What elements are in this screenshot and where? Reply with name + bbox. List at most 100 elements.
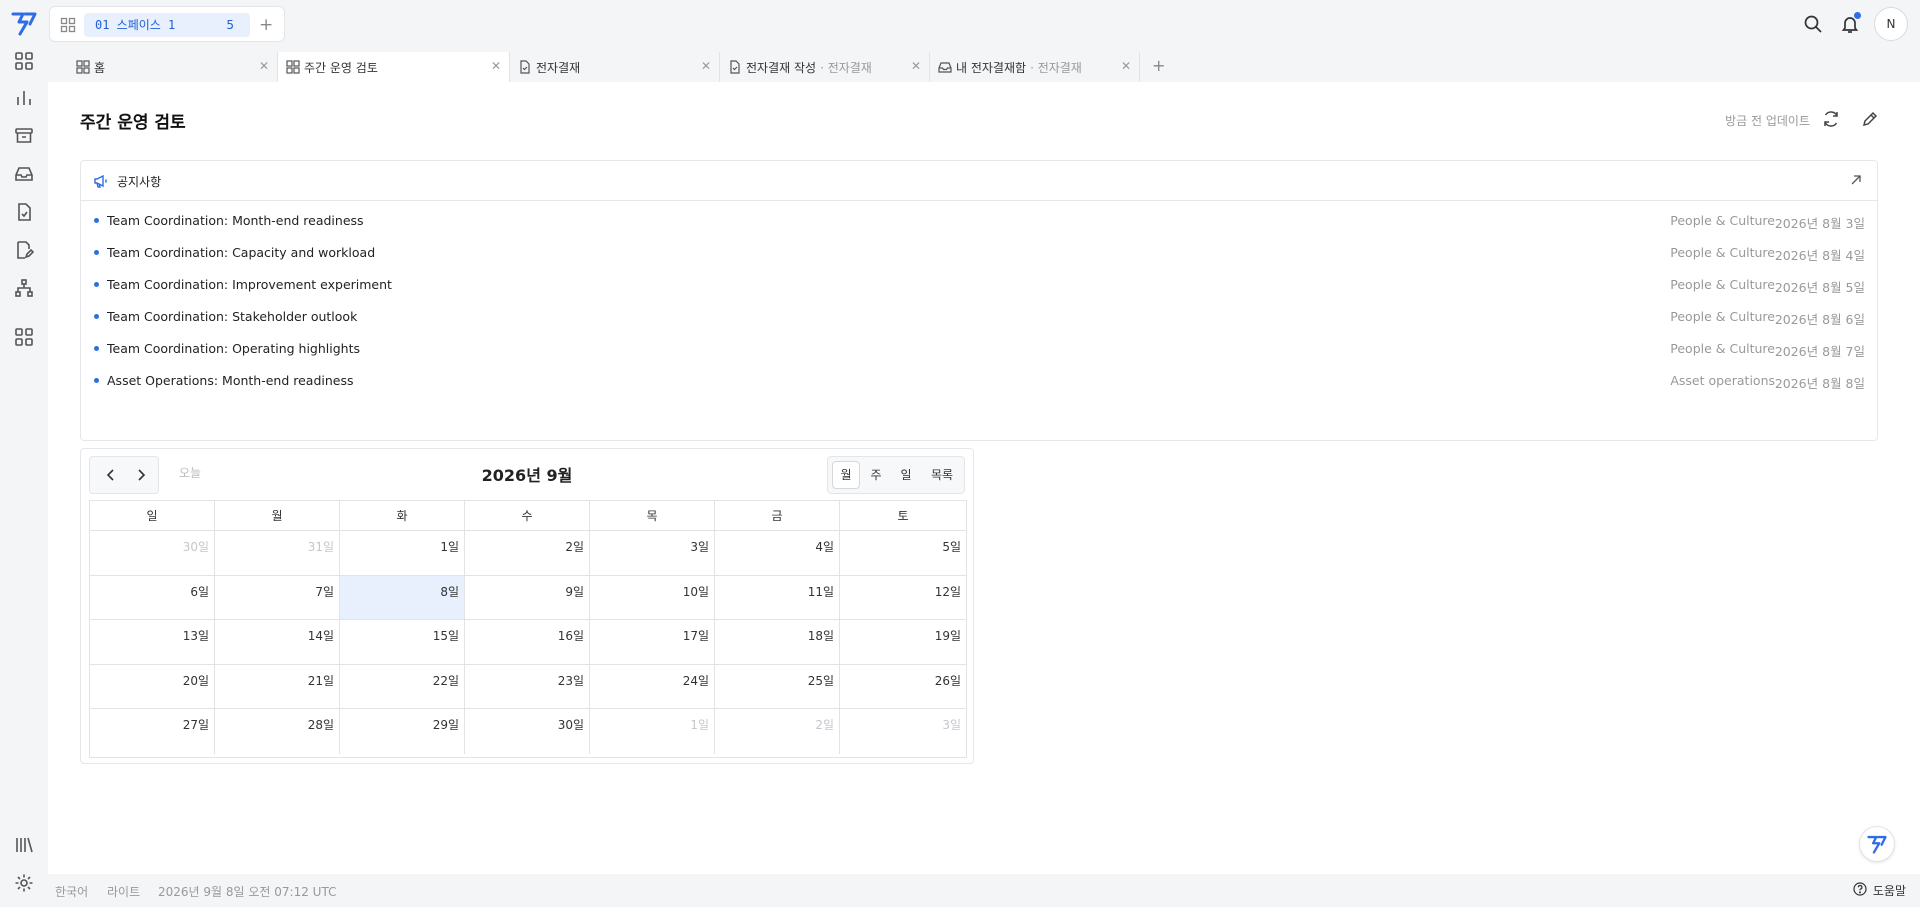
calendar-day-cell[interactable]: 2일 <box>715 709 840 754</box>
day-number: 14일 <box>307 629 334 643</box>
view-list-button[interactable]: 목록 <box>923 461 961 489</box>
weekday-header: 월 <box>215 501 340 531</box>
notice-item-dept: People & Culture <box>1670 309 1775 324</box>
calendar-day-cell[interactable]: 21일 <box>215 664 340 709</box>
calendar-day-cell[interactable]: 15일 <box>340 620 465 665</box>
notice-item[interactable]: Team Coordination: Month-end readiness P… <box>81 210 1877 232</box>
calendar-day-cell[interactable]: 14일 <box>215 620 340 665</box>
tab-my-approval-box[interactable]: 내 전자결재함 · 전자결재 ✕ <box>930 52 1140 82</box>
calendar-day-cell-today[interactable]: 8일 <box>340 575 465 620</box>
close-tab-icon[interactable]: ✕ <box>911 59 921 73</box>
day-number: 16일 <box>557 629 584 643</box>
calendar-day-cell[interactable]: 23일 <box>465 664 590 709</box>
notifications-bell-icon[interactable] <box>1838 12 1862 36</box>
inbox-icon <box>938 60 952 74</box>
close-tab-icon[interactable]: ✕ <box>259 59 269 73</box>
calendar-day-cell[interactable]: 20일 <box>90 664 215 709</box>
notice-item[interactable]: Team Coordination: Operating highlights … <box>81 338 1877 360</box>
space-tab-active[interactable]: 01 스페이스 1 5 <box>84 13 250 37</box>
user-avatar[interactable]: N <box>1874 7 1908 41</box>
calendar-day-cell[interactable]: 4일 <box>715 531 840 576</box>
approval-document-icon[interactable] <box>12 200 36 224</box>
calendar-day-cell[interactable]: 18일 <box>715 620 840 665</box>
space-grid-icon[interactable] <box>60 17 76 37</box>
add-space-plus-icon[interactable]: + <box>259 15 273 35</box>
open-external-arrow-icon[interactable] <box>1849 173 1863 191</box>
calendar-day-cell[interactable]: 27일 <box>90 709 215 754</box>
edit-pencil-icon[interactable] <box>1861 110 1879 132</box>
edit-document-icon[interactable] <box>12 238 36 262</box>
calendar-day-cell[interactable]: 26일 <box>840 665 966 709</box>
close-tab-icon[interactable]: ✕ <box>1121 59 1131 73</box>
calendar-day-cell[interactable]: 25일 <box>715 664 840 709</box>
day-number: 21일 <box>307 673 334 688</box>
day-number: 30일 <box>557 718 584 732</box>
org-chart-icon[interactable] <box>12 276 36 300</box>
calendar-day-cell[interactable]: 1일 <box>340 531 465 576</box>
bullet-dot <box>94 378 99 383</box>
calendar-day-cell[interactable]: 13일 <box>90 620 215 665</box>
calendar-day-cell[interactable]: 12일 <box>840 576 966 620</box>
calendar-day-cell[interactable]: 11일 <box>715 575 840 620</box>
calendar-day-cell[interactable]: 16일 <box>465 620 590 665</box>
calendar-day-cell[interactable]: 30일 <box>465 709 590 754</box>
calendar-day-cell[interactable]: 24일 <box>590 664 715 709</box>
inbox-icon[interactable] <box>12 162 36 186</box>
help-link[interactable]: 도움말 <box>1853 882 1906 899</box>
tab-home[interactable]: 홈 ✕ <box>68 52 278 82</box>
notice-item[interactable]: Team Coordination: Stakeholder outlook P… <box>81 306 1877 328</box>
calendar-day-cell[interactable]: 17일 <box>590 620 715 665</box>
view-week-button[interactable]: 주 <box>863 461 889 489</box>
day-number: 15일 <box>432 629 459 643</box>
library-icon[interactable] <box>12 833 36 857</box>
calendar-day-cell[interactable]: 9일 <box>465 575 590 620</box>
calendar-day-cell[interactable]: 5일 <box>840 531 966 576</box>
dashboard-icon[interactable] <box>12 49 36 73</box>
calendar-day-cell[interactable]: 2일 <box>465 531 590 576</box>
calendar-day-cell[interactable]: 7일 <box>215 575 340 620</box>
calendar-day-cell[interactable]: 3일 <box>590 531 715 576</box>
close-tab-icon[interactable]: ✕ <box>701 59 711 73</box>
search-icon[interactable] <box>1801 12 1825 36</box>
app-logo-icon[interactable] <box>10 10 38 36</box>
calendar-day-cell[interactable]: 3일 <box>840 709 966 754</box>
calendar-day-cell[interactable]: 22일 <box>340 664 465 709</box>
tab-weekly-review[interactable]: 주간 운영 검토 ✕ <box>278 52 510 82</box>
calendar-day-cell[interactable]: 6일 <box>90 575 215 620</box>
close-tab-icon[interactable]: ✕ <box>491 59 501 73</box>
calendar-day-cell[interactable]: 30일 <box>90 531 215 576</box>
theme-selector[interactable]: 라이트 <box>107 883 140 900</box>
archive-icon[interactable] <box>12 124 36 148</box>
view-day-button[interactable]: 일 <box>893 461 919 489</box>
tab-e-approval[interactable]: 전자결재 ✕ <box>510 52 720 82</box>
notice-item-date: 2026년 8월 5일 <box>1774 280 1865 295</box>
refresh-icon[interactable] <box>1822 110 1840 132</box>
add-tab-plus-icon[interactable]: + <box>1152 56 1165 75</box>
calendar-day-cell[interactable]: 10일 <box>590 575 715 620</box>
bullet-dot <box>94 282 99 287</box>
calendar-day-cell[interactable]: 1일 <box>590 709 715 754</box>
calendar-day-cell[interactable]: 31일 <box>215 531 340 576</box>
notice-item-dept: People & Culture <box>1670 277 1775 292</box>
notice-item[interactable]: Asset Operations: Month-end readiness As… <box>81 370 1877 392</box>
weekday-header: 일 <box>90 501 215 531</box>
day-number: 22일 <box>432 673 459 688</box>
notice-item-title: Team Coordination: Month-end readiness <box>107 213 364 228</box>
notice-item[interactable]: Team Coordination: Improvement experimen… <box>81 274 1877 296</box>
assistant-fab-logo-icon[interactable] <box>1859 826 1895 862</box>
day-number: 3일 <box>690 540 709 554</box>
calendar-day-cell[interactable]: 28일 <box>215 709 340 754</box>
analytics-icon[interactable] <box>12 86 36 110</box>
calendar-day-cell[interactable]: 19일 <box>840 620 966 665</box>
calendar-view-switcher: 월 주 일 목록 <box>827 456 965 494</box>
language-selector[interactable]: 한국어 <box>55 883 88 900</box>
document-icon <box>518 60 532 74</box>
view-month-button[interactable]: 월 <box>832 461 860 489</box>
calendar-day-cell[interactable]: 29일 <box>340 709 465 754</box>
day-number: 11일 <box>807 584 834 599</box>
settings-gear-icon[interactable] <box>12 871 36 895</box>
tab-e-approval-compose[interactable]: 전자결재 작성 · 전자결재 ✕ <box>720 52 930 82</box>
notice-item[interactable]: Team Coordination: Capacity and workload… <box>81 242 1877 264</box>
bullet-dot <box>94 250 99 255</box>
apps-icon[interactable] <box>12 325 36 349</box>
